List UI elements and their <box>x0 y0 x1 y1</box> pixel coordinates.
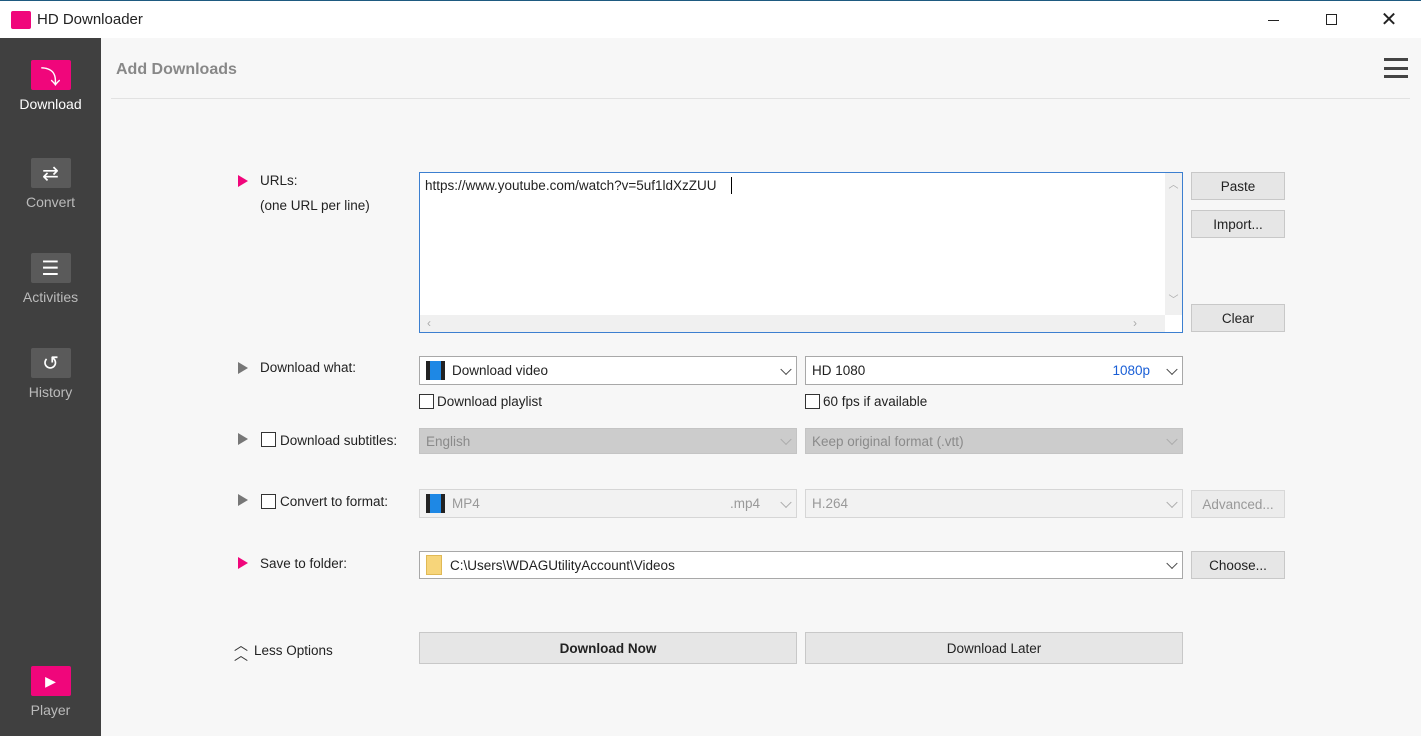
download-playlist-checkbox[interactable] <box>419 394 434 409</box>
sidebar-item-player[interactable]: ▶ Player <box>0 666 101 718</box>
download-subtitles-label: Download subtitles: <box>280 433 398 448</box>
double-chevron-up-icon: ︿ ︿ <box>234 637 248 663</box>
save-folder-select[interactable]: C:\Users\WDAGUtilityAccount\Videos <box>419 551 1183 579</box>
sidebar-item-label: Convert <box>25 194 76 210</box>
clear-button[interactable]: Clear <box>1191 304 1285 332</box>
download-playlist-label: Download playlist <box>437 394 543 409</box>
history-icon: ↺ <box>30 348 71 378</box>
sidebar: ⤵ Download ⇄ Convert ☰ Activities ↺ History … <box>0 38 101 736</box>
sidebar-item-label: Download <box>19 96 82 112</box>
window-title: HD Downloader <box>37 11 143 28</box>
app-logo-icon <box>11 11 31 29</box>
chevron-down-icon <box>1166 433 1178 446</box>
sidebar-item-label: History <box>28 384 73 400</box>
menu-icon[interactable] <box>1384 58 1408 78</box>
subtitle-language-value: English <box>426 433 471 449</box>
download-what-label: Download what: <box>260 360 357 375</box>
sidebar-item-label: Activities <box>22 289 79 305</box>
fps-checkbox[interactable] <box>805 394 820 409</box>
convert-format-checkbox[interactable] <box>261 494 276 509</box>
download-icon: ⤵ <box>30 60 71 90</box>
save-folder-value: C:\Users\WDAGUtilityAccount\Videos <box>450 557 675 573</box>
vertical-scrollbar[interactable]: ︿ ﹀ <box>1165 173 1182 315</box>
quality-tag: 1080p <box>1112 363 1150 378</box>
choose-folder-button[interactable]: Choose... <box>1191 551 1285 579</box>
download-later-button[interactable]: Download Later <box>805 632 1183 664</box>
quality-select[interactable]: HD 1080 1080p <box>805 356 1183 385</box>
sidebar-item-convert[interactable]: ⇄ Convert <box>0 158 101 210</box>
film-icon <box>426 361 445 380</box>
chevron-down-icon <box>780 433 792 446</box>
convert-format-select[interactable]: MP4 .mp4 <box>419 489 797 518</box>
close-button[interactable]: ✕ <box>1366 1 1412 39</box>
bullet-icon <box>238 175 248 187</box>
text-cursor <box>731 177 732 194</box>
urls-hint: (one URL per line) <box>260 198 370 213</box>
download-subtitles-checkbox[interactable] <box>261 432 276 447</box>
quality-value: HD 1080 <box>812 363 866 378</box>
subtitle-language-select[interactable]: English <box>419 428 797 454</box>
convert-arrows-icon: ⇄ <box>30 158 71 188</box>
subtitle-format-select[interactable]: Keep original format (.vtt) <box>805 428 1183 454</box>
convert-format-label: Convert to format: <box>280 494 389 509</box>
chevron-down-icon <box>780 496 792 508</box>
chevron-down-icon <box>780 363 792 375</box>
chevron-down-icon <box>1166 496 1178 508</box>
codec-value: H.264 <box>812 496 849 511</box>
list-icon: ☰ <box>30 253 71 283</box>
bullet-icon <box>238 433 248 445</box>
film-icon <box>426 494 445 513</box>
urls-textarea[interactable]: https://www.youtube.com/watch?v=5uf1ldXz… <box>419 172 1183 333</box>
page-title: Add Downloads <box>116 61 237 78</box>
sidebar-item-label: Player <box>30 702 71 718</box>
convert-ext: .mp4 <box>729 496 760 511</box>
minimize-button[interactable] <box>1250 1 1296 39</box>
urls-label: URLs: <box>260 173 298 188</box>
download-type-value: Download video <box>452 363 549 378</box>
download-now-button[interactable]: Download Now <box>419 632 797 664</box>
horizontal-scrollbar[interactable]: ‹ › <box>420 315 1165 332</box>
maximize-button[interactable] <box>1308 1 1354 39</box>
codec-select[interactable]: H.264 <box>805 489 1183 518</box>
chevron-down-icon <box>1166 363 1178 375</box>
bullet-icon <box>238 362 248 374</box>
sidebar-item-download[interactable]: ⤵ Download <box>0 60 101 112</box>
convert-format-value: MP4 <box>452 496 480 511</box>
folder-icon <box>426 555 442 575</box>
sidebar-item-activities[interactable]: ☰ Activities <box>0 253 101 305</box>
import-button[interactable]: Import... <box>1191 210 1285 238</box>
paste-button[interactable]: Paste <box>1191 172 1285 200</box>
bullet-icon <box>238 494 248 506</box>
download-type-select[interactable]: Download video <box>419 356 797 385</box>
less-options-label: Less Options <box>254 642 333 658</box>
advanced-button[interactable]: Advanced... <box>1191 490 1285 518</box>
play-icon: ▶ <box>30 666 71 696</box>
url-text: https://www.youtube.com/watch?v=5uf1ldXz… <box>425 178 717 193</box>
sidebar-item-history[interactable]: ↺ History <box>0 348 101 400</box>
bullet-icon <box>238 557 248 569</box>
chevron-down-icon <box>1166 557 1178 570</box>
header-divider <box>111 98 1410 99</box>
subtitle-format-value: Keep original format (.vtt) <box>812 433 964 449</box>
less-options-toggle[interactable]: ︿ ︿ Less Options <box>234 637 333 663</box>
save-folder-label: Save to folder: <box>260 556 348 571</box>
title-bar: HD Downloader ✕ <box>0 0 1421 38</box>
fps-label: 60 fps if available <box>823 394 928 409</box>
